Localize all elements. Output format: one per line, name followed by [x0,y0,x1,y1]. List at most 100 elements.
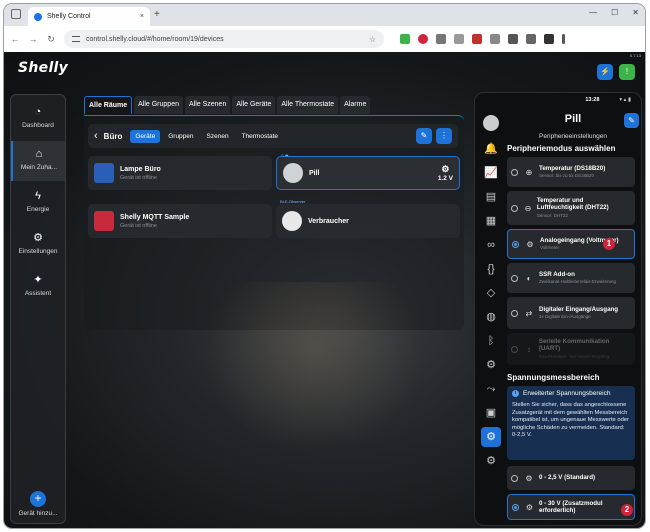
extension-icon[interactable] [526,34,536,44]
maximize-button[interactable]: ☐ [611,8,618,17]
toggle-icon: ◐ [526,273,532,283]
phone-status-bar: 13:28 ▾ ▴ ▮ [585,97,631,103]
tab-thermostats[interactable]: Thermostate [237,130,284,143]
radio-button[interactable] [511,204,518,212]
callout-marker-1: 1 [603,238,615,250]
code-icon[interactable]: {} [481,259,501,279]
extension-icon[interactable] [418,34,428,44]
notification-button[interactable]: ! [619,64,635,80]
cube-icon[interactable]: ◇ [481,283,501,303]
option-dht22[interactable]: ⊖ Temperatur und Luftfeuchtigkeit (DHT22… [507,191,635,225]
tab-all-groups[interactable]: Alle Gruppen [134,96,183,114]
extension-icon[interactable] [400,34,410,44]
calendar-icon[interactable]: ▦ [481,211,501,231]
room-menu-button[interactable]: ⋮ [436,128,452,144]
humidity-icon: ⊖ [524,203,532,213]
tab-all-devices[interactable]: Alle Geräte [232,96,276,114]
tab-all-thermostats[interactable]: Alle Thermostate [277,96,339,114]
chart-icon[interactable]: 📈 [481,163,501,183]
option-ssr-addon[interactable]: ◐ SSR Add-on Zweikanal-Halbleiterrelais-E… [507,263,635,293]
sidebar-item-assistant[interactable]: ✦ Assistent [11,267,65,307]
device-settings-panel: 13:28▾ ▴ ▮ 🔔 📈 ▤ ▦ ∞ {} ◇ ◍ ᛒ ⚙ ⤳ ▣ ⚙ ⚙ [474,92,642,526]
back-icon[interactable]: ← [10,34,20,44]
radio-button[interactable] [511,309,518,317]
browser-tab[interactable]: Shelly Control × [28,7,150,26]
connection-button[interactable]: ⚡ [597,64,613,80]
radio-button-selected[interactable] [512,503,519,511]
browser-menu-icon[interactable] [562,34,565,44]
device-card-lampe-buero[interactable]: Lampe Büro Gerät ist offline [88,156,272,190]
option-ds18b20[interactable]: ⊕ Temperatur (DS18B20) Sensor: bis zu 5x … [507,157,635,187]
tab-all-rooms[interactable]: Alle Räume [84,96,133,114]
room-panel: ‹ Büro Geräte Gruppen Szenen Thermostate… [84,115,464,330]
radio-button-selected[interactable] [512,240,519,248]
edit-room-button[interactable]: ✎ [416,128,432,144]
gear-icon: ⚙ [33,232,43,244]
settings-gear-icon[interactable]: ⚙ [481,451,501,471]
address-bar[interactable]: control.shelly.cloud/#/home/room/19/devi… [64,30,384,48]
gears-icon[interactable]: ⚙ [481,355,501,375]
new-tab-button[interactable]: + [154,9,160,20]
radio-button[interactable] [511,274,518,282]
bookmark-star-icon[interactable]: ☆ [369,35,376,44]
sidebar-item-home[interactable]: ⌂ Mein Zuha... [11,141,65,181]
extension-icon[interactable] [436,34,446,44]
device-name: Shelly MQTT Sample [120,213,190,221]
extension-icon[interactable] [454,34,464,44]
firmware-icon[interactable]: ▣ [481,403,501,423]
device-card-pill[interactable]: ⌂ ☁ Pill ⚙ 1.2 V [276,152,460,190]
edit-button[interactable]: ✎ [624,113,639,128]
radio-button[interactable] [511,474,518,482]
add-device-button[interactable]: + Gerät hinzu... [11,491,65,517]
sidebar-item-label: Energie [26,206,50,213]
device-value: 1.2 V [437,175,453,182]
sidebar-item-energy[interactable]: ϟ Energie [11,183,65,223]
bolt-icon: ϟ [35,190,41,202]
option-range-30v[interactable]: ⚙ 0 - 30 V (Zusatzmodul erforderlich) [507,494,635,520]
profile-avatar[interactable] [544,34,554,44]
voltmeter-icon: ⚙ [525,473,533,483]
extension-icon[interactable] [490,34,500,44]
tab-alarms[interactable]: Alarme [340,96,371,114]
peripheral-settings-icon[interactable]: ⚙ [481,427,501,447]
option-sub: Sensor: bis zu 5x DS18B20 [539,173,595,178]
bell-icon[interactable]: 🔔 [481,139,501,159]
reload-icon[interactable]: ↻ [46,34,56,45]
tab-scenes[interactable]: Szenen [202,130,234,143]
close-window-button[interactable]: ✕ [632,8,639,17]
ble-observer-badge: BLE-Observer [280,199,306,204]
site-info-icon[interactable] [72,36,80,42]
minimize-button[interactable]: — [589,8,597,17]
share-icon[interactable]: ⤳ [481,379,501,399]
forward-icon[interactable]: → [28,34,38,44]
tab-groups[interactable]: Gruppen [163,130,198,143]
sidebar: ◔ Dashboard ⌂ Mein Zuha... ϟ Energie ⚙ E… [10,94,66,524]
extension-icon[interactable] [508,34,518,44]
globe-icon[interactable]: ◍ [481,307,501,327]
app-version: 0.7.13 [629,53,641,58]
link-icon[interactable]: ∞ [481,235,501,255]
tab-close-icon[interactable]: × [140,13,144,20]
sidebar-item-label: Einstellungen [18,248,58,255]
option-range-2-5v[interactable]: ⚙ 0 - 2,5 V (Standard) [507,466,635,490]
sidebar-item-settings[interactable]: ⚙ Einstellungen [11,225,65,265]
option-voltmeter[interactable]: ⚙ Analogeingang (Voltmeter) Voltmeter [507,229,635,259]
tab-all-scenes[interactable]: Alle Szenen [184,96,231,114]
device-card-verbraucher[interactable]: BLE-Observer Verbraucher [276,199,460,238]
tab-title: Shelly Control [47,13,91,20]
tab-search-icon[interactable] [11,9,21,19]
serial-icon: ↕ [526,344,531,354]
sidebar-item-dashboard[interactable]: ◔ Dashboard [11,99,65,139]
option-sub: 3x Digitale Ein-/Ausgänge [539,314,591,319]
device-info-icon[interactable]: ▤ [481,187,501,207]
back-chevron-icon[interactable]: ‹ [94,130,98,142]
device-avatar[interactable] [483,115,499,131]
bluetooth-icon[interactable]: ᛒ [481,331,501,351]
browser-window: Shelly Control × + — ☐ ✕ ← → ↻ control.s… [4,4,645,528]
option-digital-io[interactable]: ⇄ Digitaler Eingang/Ausgang 3x Digitale E… [507,297,635,329]
device-card-mqtt-sample[interactable]: Shelly MQTT Sample Gerät ist offline [88,204,272,238]
tab-devices[interactable]: Geräte [130,129,161,143]
radio-button[interactable] [511,168,518,176]
voltmeter-icon: ⚙ [441,164,450,174]
extension-icon[interactable] [472,34,482,44]
